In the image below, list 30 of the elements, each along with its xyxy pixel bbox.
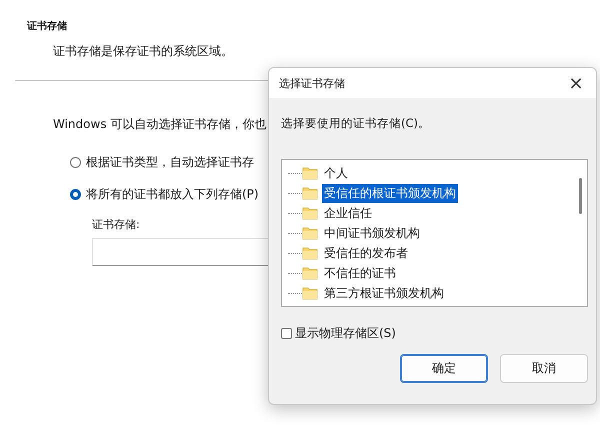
folder-icon <box>302 186 318 200</box>
checkbox-label[interactable]: 显示物理存储区(S) <box>295 325 396 342</box>
tree-item[interactable]: 个人 <box>322 164 350 182</box>
folder-icon <box>302 266 318 280</box>
section-heading: 证书存储 <box>27 20 67 33</box>
folder-icon <box>302 286 318 300</box>
instruction-text: 选择要使用的证书存储(C)。 <box>281 116 430 131</box>
radio-label[interactable]: 将所有的证书都放入下列存储(P) <box>86 186 259 202</box>
checkbox[interactable] <box>281 328 292 339</box>
close-button[interactable]: × <box>556 68 596 98</box>
intro-text: Windows 可以自动选择证书存储，你也 <box>53 116 266 133</box>
scrollbar-thumb[interactable] <box>579 178 582 214</box>
ok-button[interactable]: 确定 <box>400 354 488 383</box>
radio-button[interactable] <box>70 156 81 168</box>
cancel-button[interactable]: 取消 <box>500 354 588 383</box>
dialog-title: 选择证书存储 <box>279 76 345 90</box>
tree-item[interactable]: 企业信任 <box>322 204 374 222</box>
radio-label[interactable]: 根据证书类型，自动选择证书存 <box>86 154 254 170</box>
tree-item[interactable]: 第三方根证书颁发机构 <box>322 284 446 302</box>
folder-icon <box>302 246 318 260</box>
folder-icon <box>302 166 318 180</box>
tree-item[interactable]: 受信任的根证书颁发机构 <box>322 184 458 202</box>
radio-button[interactable] <box>70 188 81 200</box>
folder-icon <box>302 206 318 220</box>
field-label: 证书存储: <box>92 217 140 232</box>
tree-item[interactable]: 中间证书颁发机构 <box>322 224 422 242</box>
tree-item[interactable]: 受信任的发布者 <box>322 244 410 262</box>
description-text: 证书存储是保存证书的系统区域。 <box>53 43 233 60</box>
tree-item[interactable]: 不信任的证书 <box>322 264 398 282</box>
folder-icon <box>302 226 318 240</box>
